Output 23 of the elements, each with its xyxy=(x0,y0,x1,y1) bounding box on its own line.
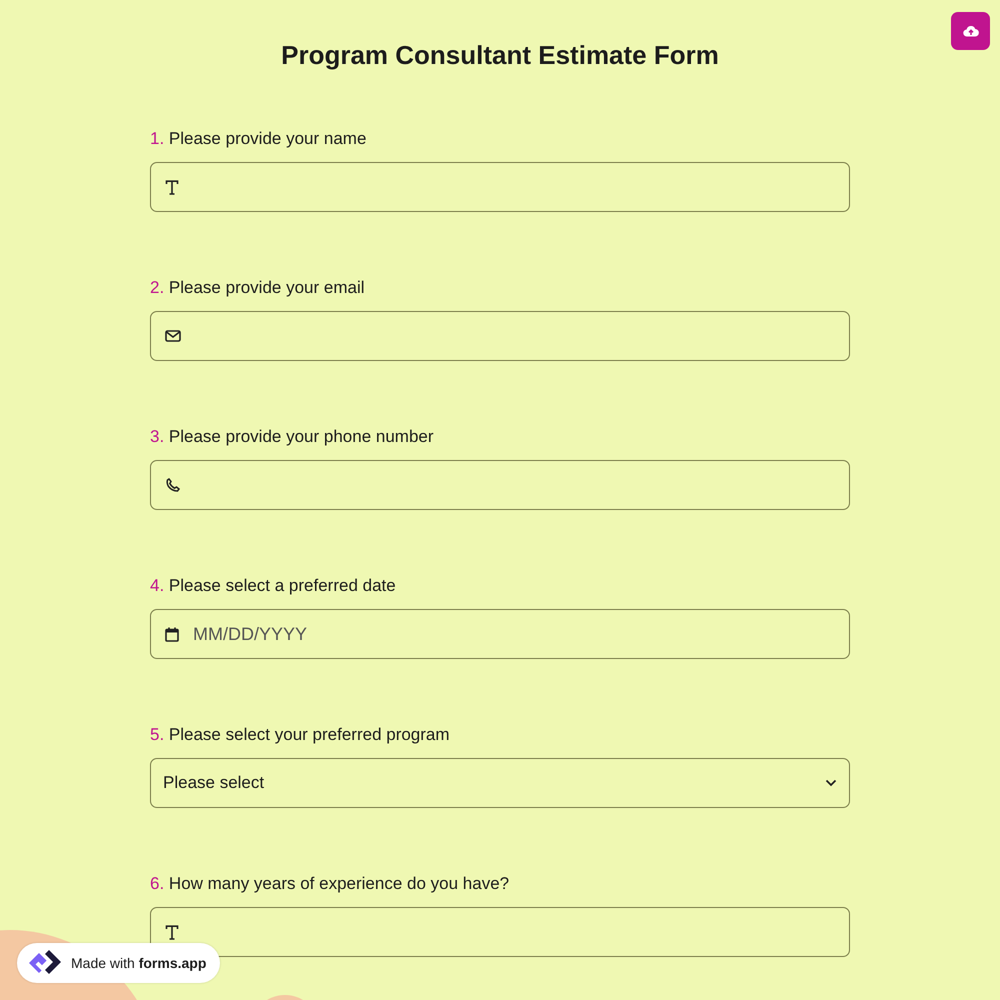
phone-icon xyxy=(165,477,181,493)
made-with-badge[interactable]: Made with forms.app xyxy=(17,943,220,983)
upload-button[interactable] xyxy=(951,12,990,50)
calendar-icon xyxy=(165,626,179,642)
question-label: 1. Please provide your name xyxy=(150,129,368,149)
question-label: 3. Please provide your phone number xyxy=(150,427,435,447)
input-field[interactable] xyxy=(150,162,850,212)
cloud-upload-icon xyxy=(962,25,978,37)
dropdown-field[interactable]: Please select xyxy=(150,758,850,808)
question-label: 2. Please provide your email xyxy=(150,278,366,298)
date-input[interactable]: MM/DD/YYYY xyxy=(193,624,835,644)
input-field[interactable] xyxy=(150,907,850,957)
text-icon xyxy=(165,180,179,194)
input-field[interactable] xyxy=(150,311,850,361)
text-icon xyxy=(165,924,179,940)
question-label: 6. How many years of experience do you have? xyxy=(150,874,510,894)
input-field[interactable]: MM/DD/YYYY xyxy=(150,609,850,659)
chevron-down-icon xyxy=(825,779,837,787)
input-field[interactable] xyxy=(150,460,850,510)
question-label: 4. Please select a preferred date xyxy=(150,576,397,596)
envelope-icon xyxy=(165,330,181,342)
form-title: Program Consultant Estimate Form xyxy=(280,40,720,71)
question-label: 5. Please select your preferred program xyxy=(150,725,451,745)
